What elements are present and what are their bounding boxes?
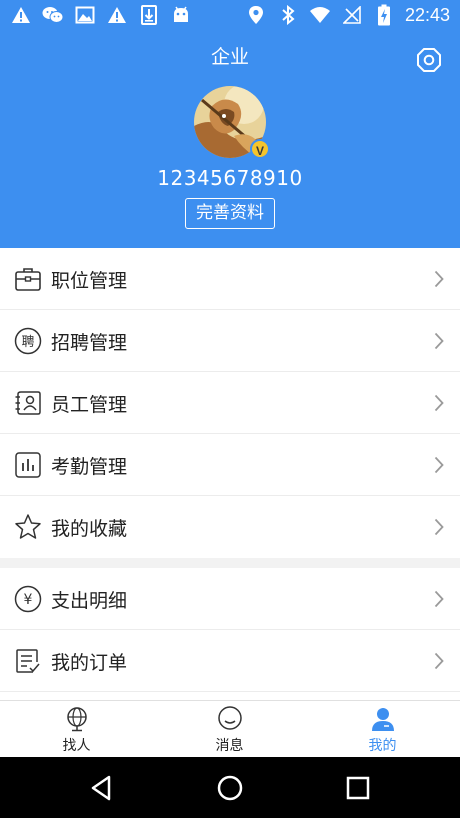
menu-item-partial[interactable] xyxy=(0,692,460,700)
no-signal-icon xyxy=(341,4,363,26)
recruit-icon: 聘 xyxy=(14,327,42,355)
menu-item-recruitment-management[interactable]: 聘 招聘管理 xyxy=(0,310,460,372)
tab-messages[interactable]: 消息 xyxy=(153,701,306,758)
battery-charging-icon xyxy=(373,4,395,26)
yen-icon: ¥ xyxy=(14,585,42,613)
tab-label: 找人 xyxy=(62,738,91,754)
user-icon xyxy=(372,708,394,731)
avatar[interactable]: V xyxy=(194,86,270,159)
profile-header: 企业 V 12345678910 完善资料 xyxy=(0,32,460,248)
bar-chart-icon xyxy=(15,452,41,478)
chevron-right-icon xyxy=(434,394,444,412)
menu-item-label: 职位管理 xyxy=(51,270,128,292)
user-phone: 12345678910 xyxy=(157,166,303,190)
bluetooth-icon xyxy=(277,4,299,26)
menu-item-label: 我的收藏 xyxy=(51,518,128,540)
tab-label: 我的 xyxy=(368,738,397,754)
page-title: 企业 xyxy=(210,46,249,68)
menu-item-my-orders[interactable]: 我的订单 xyxy=(0,630,460,692)
tab-mine[interactable]: 我的 xyxy=(306,701,459,758)
chevron-right-icon xyxy=(434,332,444,350)
warning-icon xyxy=(10,4,32,26)
warning-icon xyxy=(106,4,128,26)
recruit-icon-char: 聘 xyxy=(21,335,34,350)
bottom-navigation: 找人 消息 我的 xyxy=(0,700,460,757)
image-icon xyxy=(74,4,96,26)
settings-icon xyxy=(417,48,441,72)
status-bar-notifications xyxy=(10,4,192,26)
location-icon xyxy=(245,4,267,26)
settings-button[interactable] xyxy=(416,47,442,73)
chevron-right-icon xyxy=(434,518,444,536)
wifi-icon xyxy=(309,4,331,26)
menu-item-attendance-management[interactable]: 考勤管理 xyxy=(0,434,460,496)
recents-icon[interactable] xyxy=(343,773,373,803)
chevron-right-icon xyxy=(434,652,444,670)
menu-item-position-management[interactable]: 职位管理 xyxy=(0,248,460,310)
menu-item-expense-details[interactable]: ¥ 支出明细 xyxy=(0,568,460,630)
status-bar: 22:43 xyxy=(0,0,460,32)
download-icon xyxy=(138,4,160,26)
menu-item-label: 招聘管理 xyxy=(51,332,128,354)
menu-item-label: 我的订单 xyxy=(51,652,128,674)
globe-icon xyxy=(67,707,87,732)
menu-item-label: 考勤管理 xyxy=(51,456,128,478)
status-time: 22:43 xyxy=(404,4,450,25)
menu-item-label: 员工管理 xyxy=(51,394,128,416)
briefcase-icon xyxy=(15,268,41,291)
back-icon[interactable] xyxy=(87,773,117,803)
status-bar-system: 22:43 xyxy=(245,4,450,26)
system-navigation-bar xyxy=(0,757,460,818)
menu-item-employee-management[interactable]: 员工管理 xyxy=(0,372,460,434)
chevron-right-icon xyxy=(434,590,444,608)
yen-char: ¥ xyxy=(24,592,33,608)
tab-label: 消息 xyxy=(215,738,244,754)
menu-item-label: 支出明细 xyxy=(51,590,128,612)
tab-find-people[interactable]: 找人 xyxy=(0,701,153,758)
android-icon xyxy=(170,4,192,26)
chevron-right-icon xyxy=(434,456,444,474)
smile-icon xyxy=(218,706,242,730)
menu-group-management: 职位管理 聘 招聘管理 员工管理 考勤管理 我的收藏 xyxy=(0,248,460,558)
home-icon[interactable] xyxy=(215,773,245,803)
menu-group-finance: ¥ 支出明细 我的订单 xyxy=(0,568,460,700)
chevron-right-icon xyxy=(434,270,444,288)
wechat-icon xyxy=(42,4,64,26)
menu-item-my-favorites[interactable]: 我的收藏 xyxy=(0,496,460,558)
complete-profile-button[interactable]: 完善资料 xyxy=(185,198,275,229)
star-icon xyxy=(15,514,41,539)
verified-badge: V xyxy=(250,139,270,159)
employee-icon xyxy=(15,391,41,415)
order-icon xyxy=(16,649,40,673)
